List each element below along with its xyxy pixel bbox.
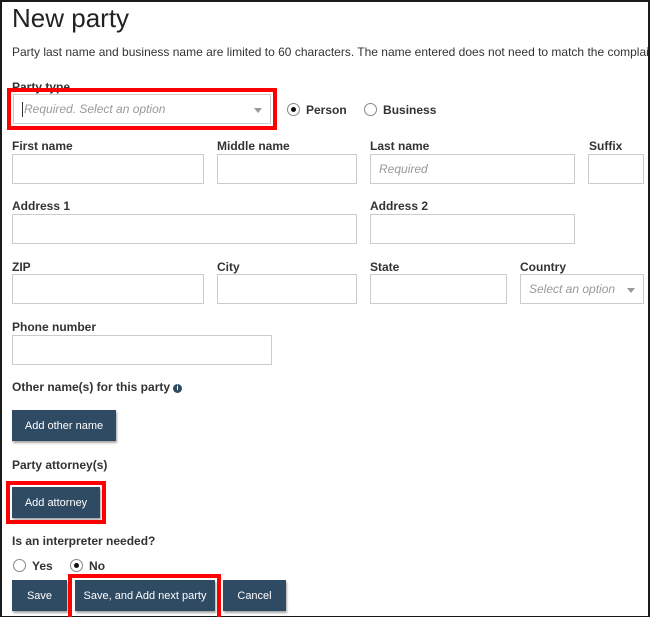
city-label: City	[217, 260, 240, 274]
cancel-button[interactable]: Cancel	[223, 580, 286, 611]
suffix-input[interactable]	[588, 154, 644, 184]
chevron-down-icon	[627, 288, 635, 293]
party-type-select[interactable]: Required. Select an option	[13, 94, 271, 124]
other-names-label: Other name(s) for this party i	[12, 380, 183, 394]
suffix-label: Suffix	[589, 139, 623, 153]
address1-input[interactable]	[12, 214, 357, 244]
country-placeholder: Select an option	[529, 282, 616, 296]
text-cursor	[22, 102, 23, 117]
intro-text: Party last name and business name are li…	[12, 45, 650, 59]
save-button[interactable]: Save	[12, 580, 67, 611]
last-name-placeholder: Required	[379, 162, 428, 176]
radio-yes[interactable]: Yes	[13, 558, 53, 573]
first-name-label: First name	[12, 139, 73, 153]
address1-label: Address 1	[12, 199, 71, 213]
first-name-input[interactable]	[12, 154, 204, 184]
zip-input[interactable]	[12, 274, 204, 304]
party-type-radio-group: Person Business	[287, 102, 450, 117]
address2-input[interactable]	[370, 214, 575, 244]
radio-unselected-icon[interactable]	[364, 103, 378, 117]
phone-label: Phone number	[12, 320, 97, 334]
party-type-placeholder: Required. Select an option	[24, 102, 166, 116]
radio-unselected-icon[interactable]	[13, 559, 26, 573]
state-input[interactable]	[370, 274, 507, 304]
info-circle-icon[interactable]: i	[173, 384, 183, 393]
state-label: State	[370, 260, 400, 274]
radio-selected-icon[interactable]	[70, 559, 84, 573]
last-name-label: Last name	[370, 139, 430, 153]
interpreter-radio-group: Yes No	[13, 558, 119, 573]
city-input[interactable]	[217, 274, 357, 304]
chevron-down-icon	[254, 108, 262, 113]
last-name-input[interactable]: Required	[370, 154, 575, 184]
address2-label: Address 2	[370, 199, 429, 213]
radio-person[interactable]: Person	[287, 102, 347, 117]
attorneys-label: Party attorney(s)	[12, 458, 108, 472]
page-frame	[0, 0, 650, 617]
country-label: Country	[520, 260, 566, 274]
radio-business[interactable]: Business	[364, 102, 436, 117]
save-and-add-next-party-button[interactable]: Save, and Add next party	[75, 580, 215, 611]
add-attorney-button[interactable]: Add attorney	[12, 487, 100, 518]
radio-selected-icon[interactable]	[287, 103, 300, 117]
radio-no[interactable]: No	[70, 558, 105, 573]
phone-input[interactable]	[12, 335, 272, 365]
interpreter-label: Is an interpreter needed?	[12, 534, 156, 548]
middle-name-input[interactable]	[217, 154, 357, 184]
zip-label: ZIP	[12, 260, 31, 274]
page-title: New party	[12, 3, 130, 33]
party-type-label: Party type	[12, 80, 71, 94]
country-select[interactable]: Select an option	[520, 274, 644, 304]
add-other-name-button[interactable]: Add other name	[12, 410, 116, 441]
middle-name-label: Middle name	[217, 139, 290, 153]
